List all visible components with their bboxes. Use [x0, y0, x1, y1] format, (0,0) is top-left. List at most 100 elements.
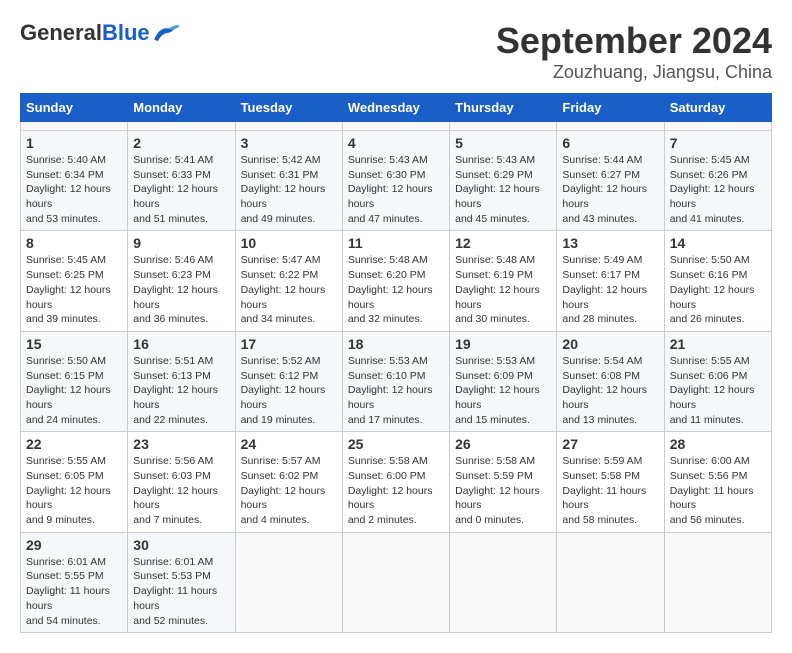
cell-sunrise: Sunrise: 5:40 AM: [26, 154, 106, 166]
cell-sunset: Sunset: 6:12 PM: [241, 370, 319, 382]
day-number: 2: [133, 135, 229, 151]
cell-daylight-label: Daylight: 12 hours hours: [455, 183, 540, 210]
cell-sunset: Sunset: 6:13 PM: [133, 370, 211, 382]
cell-daylight-minutes: and 36 minutes.: [133, 313, 208, 325]
title-block: September 2024 Zouzhuang, Jiangsu, China: [496, 20, 772, 83]
cell-daylight-minutes: and 32 minutes.: [348, 313, 423, 325]
cell-daylight-label: Daylight: 11 hours hours: [26, 585, 110, 612]
day-number: 14: [670, 235, 766, 251]
cell-daylight-minutes: and 13 minutes.: [562, 414, 637, 426]
column-header-wednesday: Wednesday: [342, 94, 449, 122]
cell-daylight-label: Daylight: 12 hours hours: [670, 183, 755, 210]
day-number: 26: [455, 436, 551, 452]
cell-sunset: Sunset: 6:02 PM: [241, 470, 319, 482]
cell-daylight-label: Daylight: 12 hours hours: [26, 183, 111, 210]
calendar-cell: 12 Sunrise: 5:48 AM Sunset: 6:19 PM Dayligh…: [450, 231, 557, 331]
cell-daylight-minutes: and 24 minutes.: [26, 414, 101, 426]
cell-daylight-minutes: and 53 minutes.: [26, 213, 101, 225]
day-number: 18: [348, 336, 444, 352]
cell-daylight-minutes: and 58 minutes.: [562, 514, 637, 526]
cell-sunset: Sunset: 6:19 PM: [455, 269, 533, 281]
cell-daylight-minutes: and 49 minutes.: [241, 213, 316, 225]
cell-sunrise: Sunrise: 5:55 AM: [670, 355, 750, 367]
cell-sunrise: Sunrise: 5:44 AM: [562, 154, 642, 166]
cell-daylight-label: Daylight: 12 hours hours: [348, 485, 433, 512]
day-number: 12: [455, 235, 551, 251]
cell-daylight-label: Daylight: 12 hours hours: [26, 384, 111, 411]
calendar-cell: 28Sunrise: 6:00 AMSunset: 5:56 PMDayligh…: [664, 432, 771, 532]
cell-sunset: Sunset: 6:27 PM: [562, 169, 640, 181]
cell-sunset: Sunset: 6:10 PM: [348, 370, 426, 382]
calendar-cell: [342, 532, 449, 632]
calendar-cell: 6 Sunrise: 5:44 AM Sunset: 6:27 PM Daylight…: [557, 131, 664, 231]
calendar-cell: [21, 122, 128, 131]
calendar-header-row: SundayMondayTuesdayWednesdayThursdayFrid…: [21, 94, 772, 122]
calendar-cell: 27Sunrise: 5:59 AMSunset: 5:58 PMDayligh…: [557, 432, 664, 532]
cell-sunrise: Sunrise: 5:50 AM: [670, 254, 750, 266]
cell-sunrise: Sunrise: 5:48 AM: [455, 254, 535, 266]
day-number: 24: [241, 436, 337, 452]
calendar-cell: [235, 532, 342, 632]
cell-daylight-minutes: and 11 minutes.: [670, 414, 744, 426]
cell-sunrise: Sunrise: 5:46 AM: [133, 254, 213, 266]
day-number: 6: [562, 135, 658, 151]
day-number: 21: [670, 336, 766, 352]
cell-sunrise: Sunrise: 5:59 AM: [562, 455, 642, 467]
calendar-cell: [557, 532, 664, 632]
cell-sunrise: Sunrise: 5:54 AM: [562, 355, 642, 367]
cell-sunrise: Sunrise: 5:57 AM: [241, 455, 321, 467]
cell-daylight-label: Daylight: 12 hours hours: [26, 284, 111, 311]
cell-sunrise: Sunrise: 5:55 AM: [26, 455, 106, 467]
cell-daylight-minutes: and 19 minutes.: [241, 414, 316, 426]
cell-daylight-label: Daylight: 12 hours hours: [133, 284, 218, 311]
cell-sunset: Sunset: 6:09 PM: [455, 370, 533, 382]
cell-sunset: Sunset: 6:16 PM: [670, 269, 748, 281]
column-header-sunday: Sunday: [21, 94, 128, 122]
day-number: 4: [348, 135, 444, 151]
cell-daylight-label: Daylight: 12 hours hours: [348, 284, 433, 311]
cell-sunset: Sunset: 6:05 PM: [26, 470, 104, 482]
calendar-cell: 3Sunrise: 5:42 AMSunset: 6:31 PMDaylight…: [235, 131, 342, 231]
day-number: 25: [348, 436, 444, 452]
cell-daylight-label: Daylight: 12 hours hours: [348, 183, 433, 210]
day-number: 16: [133, 336, 229, 352]
cell-sunrise: Sunrise: 5:42 AM: [241, 154, 321, 166]
cell-daylight-label: Daylight: 12 hours hours: [562, 183, 647, 210]
calendar-cell: 24Sunrise: 5:57 AMSunset: 6:02 PMDayligh…: [235, 432, 342, 532]
cell-sunset: Sunset: 5:56 PM: [670, 470, 748, 482]
cell-sunrise: Sunrise: 5:43 AM: [348, 154, 428, 166]
calendar-cell: 2Sunrise: 5:41 AMSunset: 6:33 PMDaylight…: [128, 131, 235, 231]
cell-sunset: Sunset: 6:08 PM: [562, 370, 640, 382]
logo-general-text: General: [20, 20, 102, 46]
day-number: 17: [241, 336, 337, 352]
cell-daylight-minutes: and 9 minutes.: [26, 514, 95, 526]
cell-sunset: Sunset: 6:23 PM: [133, 269, 211, 281]
cell-daylight-label: Daylight: 12 hours hours: [241, 384, 326, 411]
calendar-cell: 8Sunrise: 5:45 AMSunset: 6:25 PMDaylight…: [21, 231, 128, 331]
cell-daylight-minutes: and 15 minutes.: [455, 414, 530, 426]
day-number: 29: [26, 537, 122, 553]
cell-daylight-label: Daylight: 12 hours hours: [241, 183, 326, 210]
calendar-cell: 7Sunrise: 5:45 AMSunset: 6:26 PMDaylight…: [664, 131, 771, 231]
calendar-cell: 17Sunrise: 5:52 AMSunset: 6:12 PMDayligh…: [235, 331, 342, 431]
cell-sunset: Sunset: 6:25 PM: [26, 269, 104, 281]
logo-blue-text: Blue: [102, 20, 150, 46]
calendar-cell: 29Sunrise: 6:01 AMSunset: 5:55 PMDayligh…: [21, 532, 128, 632]
day-number: 7: [670, 135, 766, 151]
column-header-saturday: Saturday: [664, 94, 771, 122]
cell-sunrise: Sunrise: 6:00 AM: [670, 455, 750, 467]
cell-daylight-label: Daylight: 12 hours hours: [455, 284, 540, 311]
cell-daylight-label: Daylight: 12 hours hours: [670, 284, 755, 311]
cell-daylight-minutes: and 39 minutes.: [26, 313, 101, 325]
cell-daylight-minutes: and 47 minutes.: [348, 213, 423, 225]
cell-sunset: Sunset: 6:17 PM: [562, 269, 640, 281]
day-number: 8: [26, 235, 122, 251]
day-number: 15: [26, 336, 122, 352]
cell-daylight-label: Daylight: 12 hours hours: [241, 284, 326, 311]
column-header-tuesday: Tuesday: [235, 94, 342, 122]
calendar-cell: 4 Sunrise: 5:43 AM Sunset: 6:30 PM Daylight…: [342, 131, 449, 231]
cell-sunrise: Sunrise: 5:45 AM: [670, 154, 750, 166]
cell-sunset: Sunset: 6:30 PM: [348, 169, 426, 181]
cell-sunrise: Sunrise: 5:53 AM: [348, 355, 428, 367]
cell-daylight-minutes: and 28 minutes.: [562, 313, 637, 325]
